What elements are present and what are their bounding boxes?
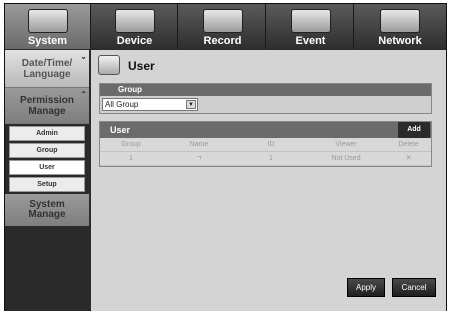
sidebar: ⌄ Date/Time/ Language ⌃ Permission Manag… [5, 50, 89, 311]
column-header-name: Name [189, 141, 209, 148]
sidebar-item-permission-manage[interactable]: ⌃ Permission Manage [5, 88, 89, 124]
group-section-header: Group [100, 84, 431, 96]
sidebar-item-label: Date/Time/ Language [21, 57, 73, 80]
sidebar-subitem-label: Admin [36, 130, 58, 137]
cell-viewer: Not Used [331, 155, 361, 162]
tab-event-label: Event [295, 35, 326, 47]
tab-event[interactable]: Event [268, 4, 354, 49]
sidebar-subitem-user[interactable]: User [9, 160, 85, 175]
cell-name: ㄱ [195, 155, 203, 162]
network-icon [380, 9, 420, 33]
tab-network[interactable]: Network [357, 4, 443, 49]
tab-system[interactable]: System [5, 4, 91, 49]
main-panel: User Group All Group ▼ User Add Group Na… [91, 50, 446, 311]
sidebar-item-date-time-language[interactable]: ⌄ Date/Time/ Language [5, 50, 89, 88]
user-section-title: User [110, 125, 131, 135]
page-title: User [128, 59, 155, 73]
table-header-row: Group Name ID Viewer Delete [100, 138, 431, 152]
sidebar-subitem-label: Group [36, 147, 58, 154]
sidebar-subitem-label: User [39, 164, 55, 171]
user-monitor-icon [98, 55, 120, 75]
cancel-button[interactable]: Cancel [392, 278, 436, 297]
tab-device[interactable]: Device [92, 4, 178, 49]
sidebar-subitem-setup[interactable]: Setup [9, 177, 85, 192]
tab-record-label: Record [203, 35, 242, 47]
cell-id: 1 [269, 155, 273, 162]
column-header-delete: Delete [398, 141, 419, 148]
add-button[interactable]: Add [398, 122, 430, 138]
event-icon [290, 9, 331, 33]
delete-icon[interactable]: ✕ [386, 152, 431, 165]
column-header-viewer: Viewer [335, 141, 357, 148]
tab-system-label: System [27, 35, 68, 47]
sidebar-subitem-admin[interactable]: Admin [9, 126, 85, 141]
group-select[interactable]: All Group ▼ [102, 98, 198, 111]
sidebar-subitem-group[interactable]: Group [9, 143, 85, 158]
dvr-window: System Device Record Event Network ⌄ Dat… [4, 3, 447, 311]
column-header-group: Group [121, 141, 141, 148]
sidebar-item-label: Permission Manage [20, 94, 74, 117]
top-menu-bar: System Device Record Event Network [5, 4, 446, 49]
sidebar-subitem-label: Setup [37, 181, 57, 188]
user-section-header: User Add [100, 122, 431, 138]
tab-device-label: Device [116, 35, 153, 47]
tab-record[interactable]: Record [180, 4, 266, 49]
user-section: User Add Group Name ID Viewer Delete 1 ㄱ… [99, 121, 432, 167]
apply-button[interactable]: Apply [347, 278, 385, 297]
chevron-up-icon: ⌃ [80, 90, 87, 99]
record-icon [202, 9, 243, 33]
group-select-value: All Group [105, 100, 139, 109]
column-header-id: ID [267, 141, 275, 148]
sidebar-item-label: System Manage [28, 199, 66, 220]
group-section: Group All Group ▼ [99, 83, 432, 114]
cell-group: 1 [129, 155, 133, 162]
sidebar-item-system-manage[interactable]: System Manage [5, 194, 89, 226]
table-row[interactable]: 1 ㄱ 1 Not Used ✕ [100, 152, 431, 166]
system-icon [27, 9, 68, 33]
chevron-down-icon[interactable]: ▼ [186, 100, 196, 109]
tab-network-label: Network [378, 35, 422, 47]
chevron-down-icon: ⌄ [80, 52, 87, 61]
camera-icon [114, 9, 155, 33]
